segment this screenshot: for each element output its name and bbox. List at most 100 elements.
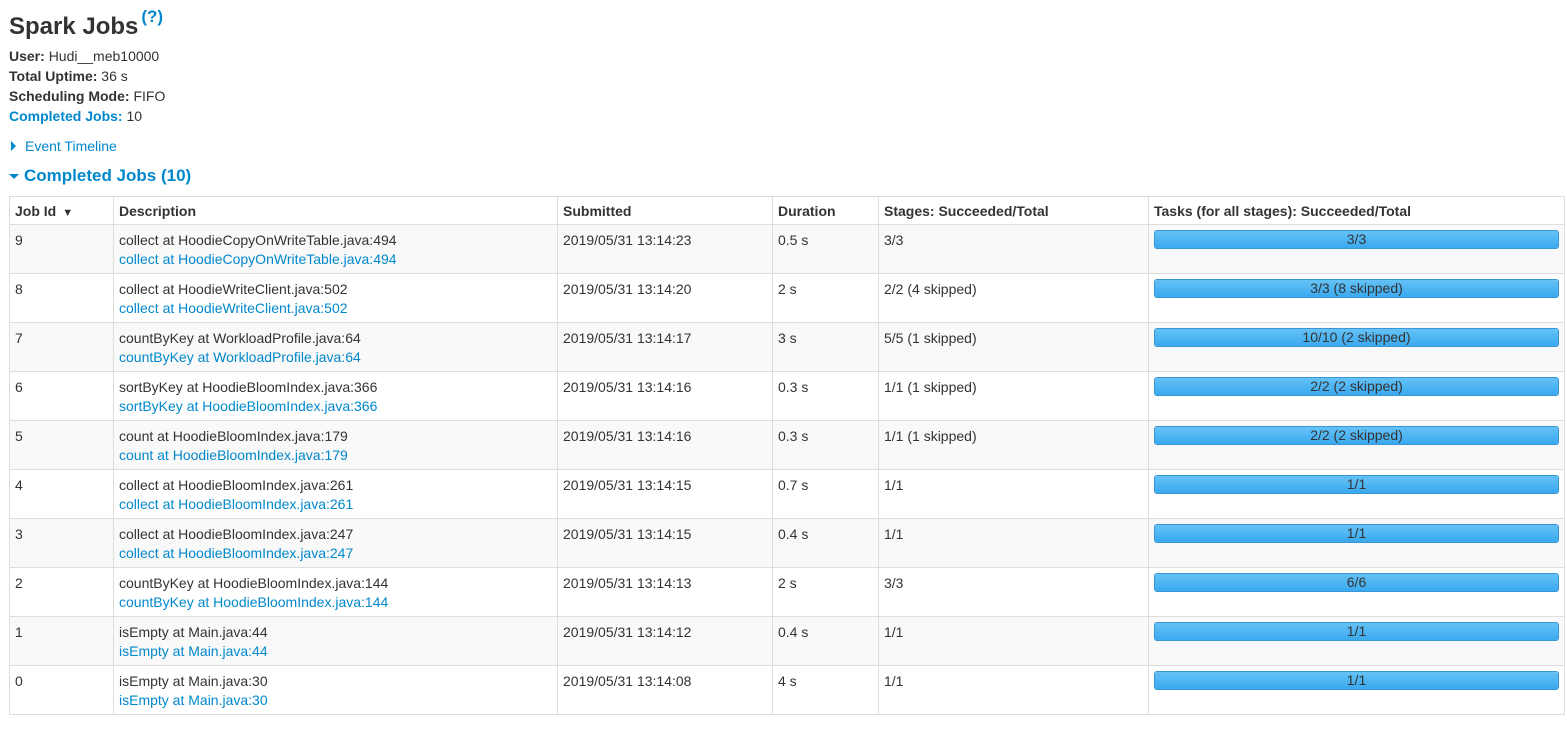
table-row: 4 collect at HoodieBloomIndex.java:261 c… <box>9 469 1565 519</box>
job-id: 5 <box>15 428 23 444</box>
table-row: 5 count at HoodieBloomIndex.java:179 cou… <box>9 420 1565 470</box>
cell-submitted: 2019/05/31 13:14:17 <box>557 322 773 372</box>
cell-description: isEmpty at Main.java:44 isEmpty at Main.… <box>113 616 558 666</box>
job-duration: 0.4 s <box>778 624 809 640</box>
job-description-link[interactable]: count at HoodieBloomIndex.java:179 <box>119 446 552 465</box>
cell-stages: 1/1 (1 skipped) <box>878 371 1149 421</box>
job-duration: 2 s <box>778 575 797 591</box>
job-description: collect at HoodieWriteClient.java:502 <box>119 281 348 297</box>
table-row: 6 sortByKey at HoodieBloomIndex.java:366… <box>9 371 1565 421</box>
cell-description: isEmpty at Main.java:30 isEmpty at Main.… <box>113 665 558 715</box>
header-tasks[interactable]: Tasks (for all stages): Succeeded/Total <box>1148 196 1565 225</box>
tasks-progress-bar: 2/2 (2 skipped) <box>1154 377 1559 396</box>
job-description-link[interactable]: collect at HoodieBloomIndex.java:261 <box>119 495 552 514</box>
cell-description: collect at HoodieCopyOnWriteTable.java:4… <box>113 224 558 274</box>
cell-job-id: 9 <box>9 224 114 274</box>
job-description: isEmpty at Main.java:44 <box>119 624 268 640</box>
cell-duration: 0.3 s <box>772 371 879 421</box>
cell-submitted: 2019/05/31 13:14:20 <box>557 273 773 323</box>
cell-duration: 2 s <box>772 567 879 617</box>
header-description[interactable]: Description <box>113 196 558 225</box>
job-submitted: 2019/05/31 13:14:16 <box>563 379 692 395</box>
cell-duration: 2 s <box>772 273 879 323</box>
cell-stages: 2/2 (4 skipped) <box>878 273 1149 323</box>
table-header-row: Job Id ▼ Description Submitted Duration S… <box>9 196 1565 225</box>
cell-job-id: 6 <box>9 371 114 421</box>
job-description-link[interactable]: collect at HoodieWriteClient.java:502 <box>119 299 552 318</box>
completed-jobs-table: Job Id ▼ Description Submitted Duration S… <box>9 196 1565 715</box>
event-timeline-toggle[interactable]: Event Timeline <box>9 136 1564 156</box>
table-row: 8 collect at HoodieWriteClient.java:502 … <box>9 273 1565 323</box>
table-body: 9 collect at HoodieCopyOnWriteTable.java… <box>9 224 1565 715</box>
job-id: 8 <box>15 281 23 297</box>
cell-tasks: 6/6 <box>1148 567 1565 617</box>
header-job-id[interactable]: Job Id ▼ <box>9 196 114 225</box>
cell-duration: 0.7 s <box>772 469 879 519</box>
job-submitted: 2019/05/31 13:14:16 <box>563 428 692 444</box>
page-title: Spark Jobs (?) <box>9 0 1564 46</box>
cell-duration: 4 s <box>772 665 879 715</box>
tasks-progress-bar: 1/1 <box>1154 622 1559 641</box>
cell-duration: 0.4 s <box>772 616 879 666</box>
job-id: 6 <box>15 379 23 395</box>
cell-stages: 1/1 <box>878 469 1149 519</box>
tasks-progress-label: 1/1 <box>1346 623 1367 639</box>
tasks-progress-label: 1/1 <box>1346 672 1367 688</box>
job-stages: 1/1 <box>884 624 904 640</box>
tasks-progress-label: 1/1 <box>1346 476 1367 492</box>
cell-job-id: 0 <box>9 665 114 715</box>
job-description-link[interactable]: countByKey at WorkloadProfile.java:64 <box>119 348 552 367</box>
cell-description: count at HoodieBloomIndex.java:179 count… <box>113 420 558 470</box>
job-id: 1 <box>15 624 23 640</box>
cell-description: countByKey at HoodieBloomIndex.java:144 … <box>113 567 558 617</box>
cell-tasks: 1/1 <box>1148 469 1565 519</box>
completed-jobs-section-label: Completed Jobs (10) <box>24 166 192 185</box>
cell-duration: 0.4 s <box>772 518 879 568</box>
job-description-link[interactable]: countByKey at HoodieBloomIndex.java:144 <box>119 593 552 612</box>
event-timeline-label: Event Timeline <box>25 138 117 154</box>
job-duration: 0.3 s <box>778 428 809 444</box>
cell-description: countByKey at WorkloadProfile.java:64 co… <box>113 322 558 372</box>
job-description-link[interactable]: collect at HoodieCopyOnWriteTable.java:4… <box>119 250 552 269</box>
job-description-link[interactable]: isEmpty at Main.java:44 <box>119 642 552 661</box>
job-duration: 0.4 s <box>778 526 809 542</box>
table-row: 9 collect at HoodieCopyOnWriteTable.java… <box>9 224 1565 274</box>
tasks-progress-bar: 10/10 (2 skipped) <box>1154 328 1559 347</box>
cell-tasks: 1/1 <box>1148 616 1565 666</box>
scheduling-value: FIFO <box>133 88 166 104</box>
job-submitted: 2019/05/31 13:14:15 <box>563 526 692 542</box>
tasks-progress-bar: 3/3 <box>1154 230 1559 249</box>
job-description-link[interactable]: sortByKey at HoodieBloomIndex.java:366 <box>119 397 552 416</box>
job-description-link[interactable]: isEmpty at Main.java:30 <box>119 691 552 710</box>
job-description: collect at HoodieCopyOnWriteTable.java:4… <box>119 232 397 248</box>
job-id: 4 <box>15 477 23 493</box>
cell-stages: 5/5 (1 skipped) <box>878 322 1149 372</box>
header-job-id-label: Job Id <box>15 202 57 219</box>
job-stages: 2/2 (4 skipped) <box>884 281 977 297</box>
header-duration[interactable]: Duration <box>772 196 879 225</box>
cell-submitted: 2019/05/31 13:14:13 <box>557 567 773 617</box>
job-id: 7 <box>15 330 23 346</box>
summary-user: User: Hudi__meb10000 <box>9 46 1564 66</box>
job-stages: 1/1 <box>884 673 904 689</box>
job-submitted: 2019/05/31 13:14:23 <box>563 232 692 248</box>
help-link[interactable]: (?) <box>141 7 163 26</box>
cell-job-id: 8 <box>9 273 114 323</box>
job-description-link[interactable]: collect at HoodieBloomIndex.java:247 <box>119 544 552 563</box>
cell-description: collect at HoodieBloomIndex.java:261 col… <box>113 469 558 519</box>
tasks-progress-label: 2/2 (2 skipped) <box>1310 427 1403 443</box>
tasks-progress-label: 1/1 <box>1346 525 1367 541</box>
job-duration: 4 s <box>778 673 797 689</box>
header-stages[interactable]: Stages: Succeeded/Total <box>878 196 1149 225</box>
completed-jobs-link[interactable]: Completed Jobs: <box>9 108 123 124</box>
cell-tasks: 3/3 (8 skipped) <box>1148 273 1565 323</box>
job-submitted: 2019/05/31 13:14:20 <box>563 281 692 297</box>
cell-duration: 3 s <box>772 322 879 372</box>
sort-desc-icon: ▼ <box>62 206 74 219</box>
job-submitted: 2019/05/31 13:14:17 <box>563 330 692 346</box>
tasks-progress-label: 3/3 <box>1346 231 1367 247</box>
completed-jobs-section-toggle[interactable]: Completed Jobs (10) <box>9 166 1564 186</box>
tasks-progress-bar: 2/2 (2 skipped) <box>1154 426 1559 445</box>
tasks-progress-label: 6/6 <box>1346 574 1367 590</box>
header-submitted[interactable]: Submitted <box>557 196 773 225</box>
